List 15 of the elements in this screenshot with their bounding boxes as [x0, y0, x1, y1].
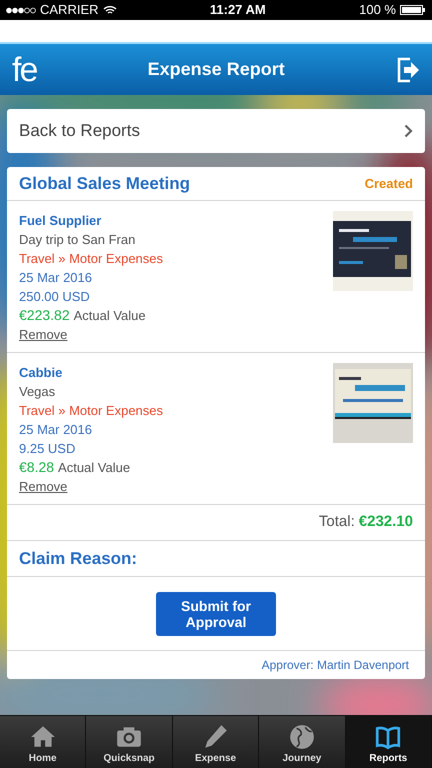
- clock: 11:27 AM: [208, 1, 267, 20]
- battery-percent: 100 %: [359, 1, 396, 20]
- signal-icon: [6, 6, 36, 14]
- carrier-name: CARRIER: [40, 1, 99, 20]
- tab[interactable]: Expense: [172, 716, 260, 768]
- tab[interactable]: Home: [0, 716, 86, 768]
- app-logo: fe: [12, 52, 36, 86]
- tab[interactable]: Journey: [259, 716, 346, 768]
- page-title: Expense Report: [146, 58, 286, 81]
- logout-icon[interactable]: [396, 56, 420, 82]
- battery-icon: [400, 5, 426, 15]
- globe-icon: [288, 723, 316, 751]
- tab[interactable]: Reports: [346, 716, 432, 768]
- wifi-icon: [102, 5, 117, 15]
- tab[interactable]: Quicksnap: [86, 716, 173, 768]
